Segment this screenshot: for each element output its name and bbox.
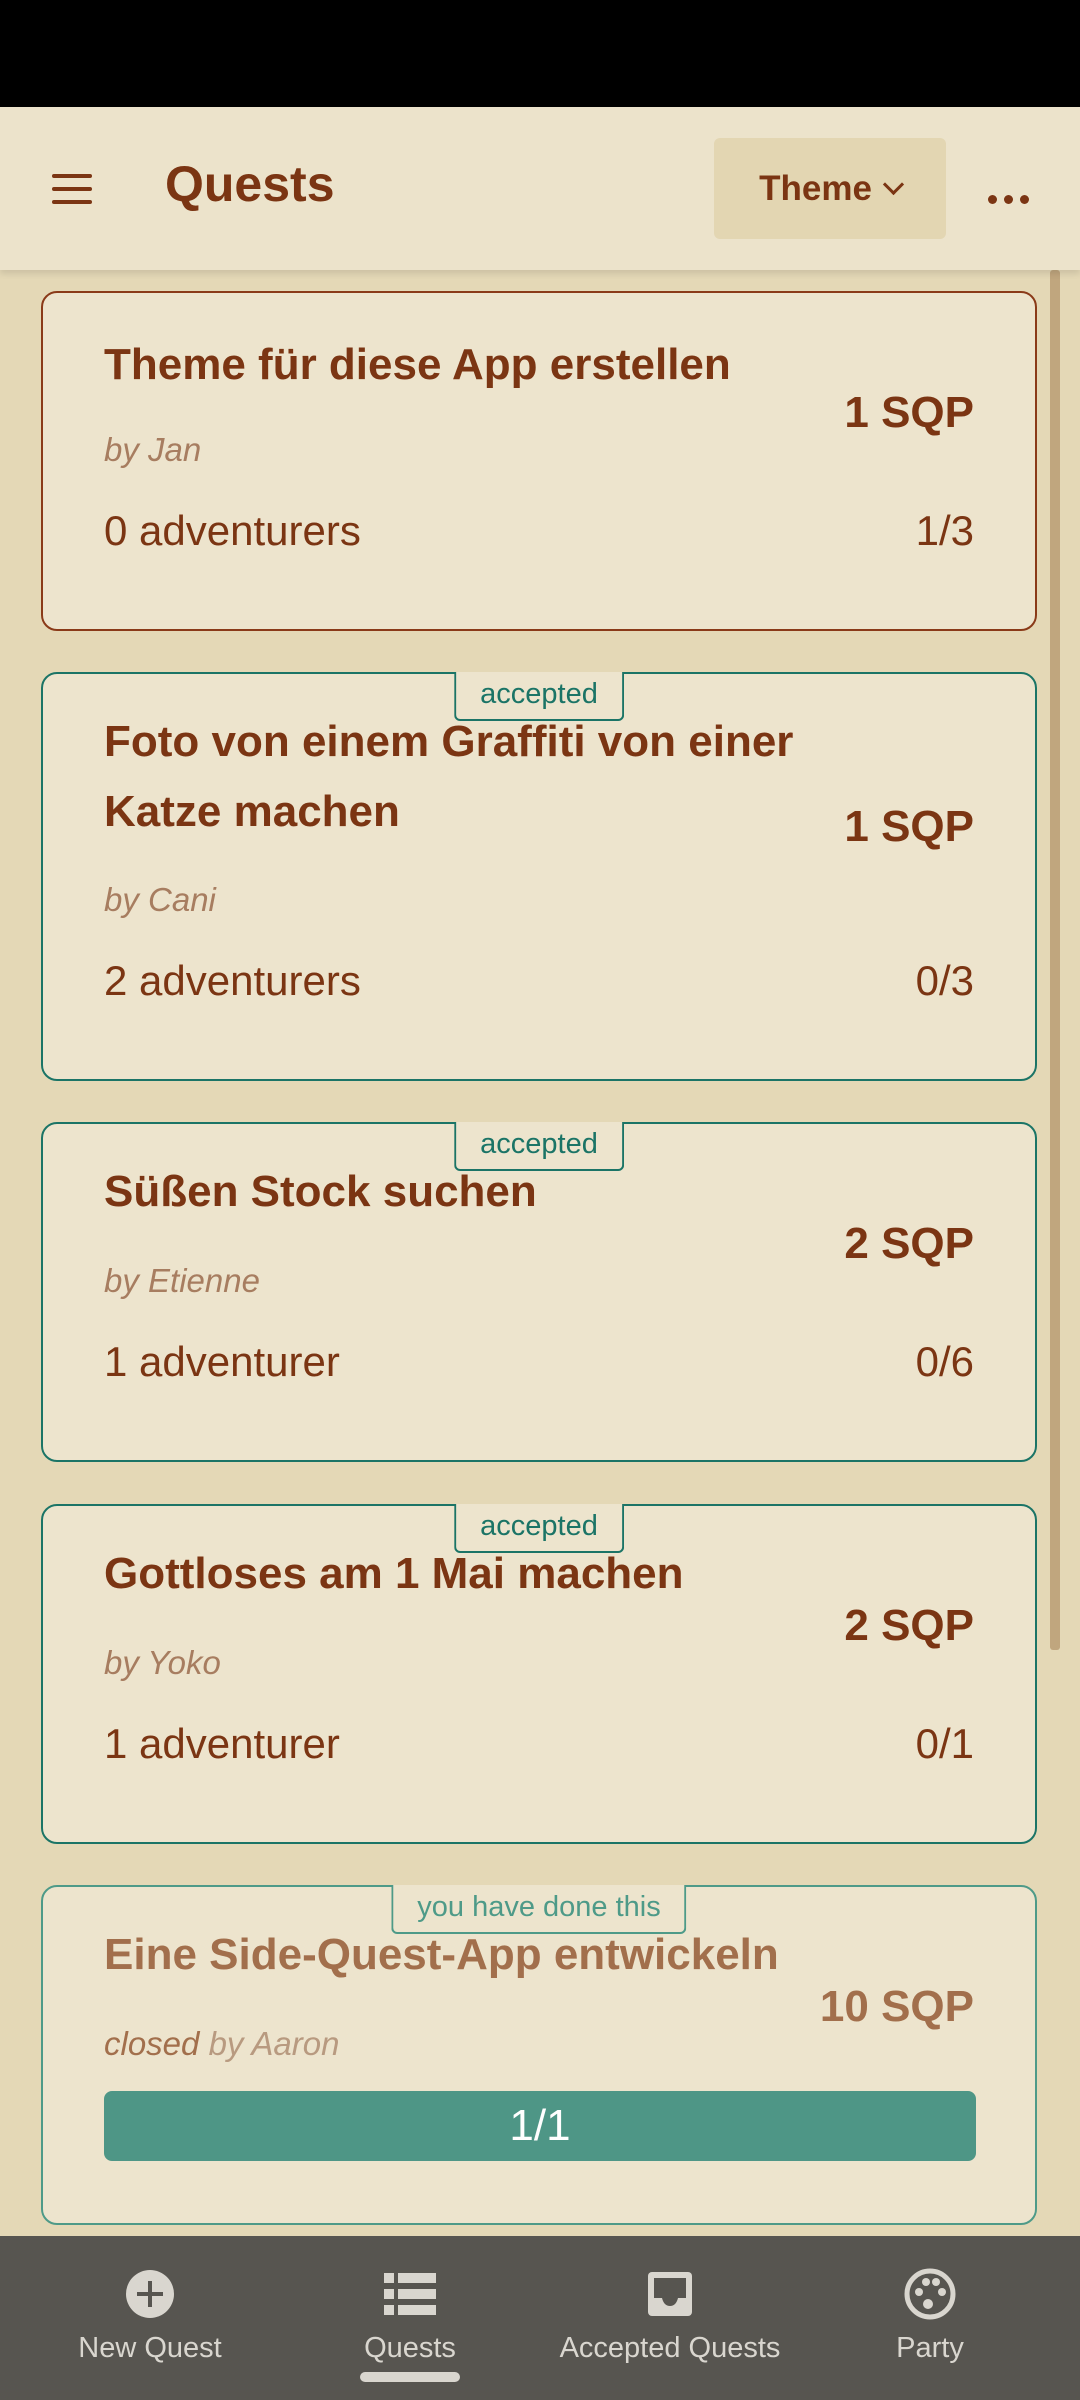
quest-card[interactable]: accepted Foto von einem Graffiti von ein…: [41, 672, 1037, 1081]
quest-author: by Yoko: [104, 1644, 221, 1681]
quest-count: 1/3: [915, 507, 974, 554]
progress-bar: 1/1: [104, 2091, 976, 2161]
quest-count: 0/1: [915, 1720, 974, 1767]
quest-sqp: 10 SQP: [819, 1982, 974, 2031]
quest-author: by Jan: [104, 431, 202, 468]
quest-author: by Etienne: [104, 1262, 260, 1299]
status-bar: [0, 0, 1080, 107]
quest-author-row: closed by Aaron: [104, 2025, 339, 2063]
quest-title: Eine Side-Quest-App entwickeln: [104, 1930, 779, 1979]
quest-title-line1: Foto von einem Graffiti von einer: [104, 717, 794, 766]
nav-new-quest[interactable]: New Quest: [15, 2236, 285, 2400]
hamburger-menu-icon[interactable]: [30, 147, 114, 231]
quest-adventurers: 1 adventurer: [104, 1338, 340, 1385]
add-circle-icon: [124, 2268, 176, 2320]
quest-adventurers: 1 adventurer: [104, 1720, 340, 1767]
list-icon: [384, 2268, 436, 2320]
palette-icon: [904, 2268, 956, 2320]
quest-sqp: 2 SQP: [844, 1219, 974, 1268]
quest-title: Theme für diese App erstellen: [104, 340, 731, 389]
quest-title: Gottloses am 1 Mai machen: [104, 1549, 684, 1598]
nav-label: Accepted Quests: [559, 2332, 781, 2364]
quest-card[interactable]: Theme für diese App erstellen 1 SQP by J…: [41, 291, 1037, 631]
quest-adventurers: 0 adventurers: [104, 507, 361, 554]
nav-label: New Quest: [78, 2332, 222, 2364]
quest-author: by Cani: [104, 881, 216, 918]
theme-dropdown-button[interactable]: Theme: [714, 138, 946, 239]
quest-title-line2: Katze machen: [104, 787, 400, 836]
quest-sqp: 1 SQP: [844, 388, 974, 437]
quest-adventurers: 2 adventurers: [104, 957, 361, 1004]
nav-accepted-quests[interactable]: Accepted Quests: [535, 2236, 805, 2400]
quest-count: 0/6: [915, 1338, 974, 1385]
closed-label: closed: [104, 2025, 200, 2062]
quest-card[interactable]: accepted Gottloses am 1 Mai machen 2 SQP…: [41, 1504, 1037, 1844]
active-tab-indicator: [360, 2372, 460, 2382]
nav-party[interactable]: Party: [795, 2236, 1065, 2400]
quest-card[interactable]: you have done this Eine Side-Quest-App e…: [41, 1885, 1037, 2225]
inbox-icon: [644, 2268, 696, 2320]
nav-label: Party: [896, 2332, 964, 2364]
quest-sqp: 1 SQP: [844, 802, 974, 851]
quest-card[interactable]: accepted Süßen Stock suchen 2 SQP by Eti…: [41, 1122, 1037, 1462]
bottom-nav: New Quest Quests Accepted Quests Party: [0, 2236, 1080, 2400]
quest-title: Süßen Stock suchen: [104, 1167, 537, 1216]
theme-label: Theme: [759, 168, 872, 208]
nav-label: Quests: [364, 2332, 456, 2364]
quest-author: by Aaron: [208, 2025, 340, 2062]
app-bar: Quests Theme: [0, 107, 1080, 270]
scrollbar[interactable]: [1050, 270, 1060, 1650]
quest-sqp: 2 SQP: [844, 1601, 974, 1650]
quest-count: 0/3: [915, 957, 974, 1004]
page-title: Quests: [165, 156, 335, 212]
more-horizontal-icon[interactable]: [966, 157, 1050, 241]
chevron-down-icon: [882, 173, 905, 196]
